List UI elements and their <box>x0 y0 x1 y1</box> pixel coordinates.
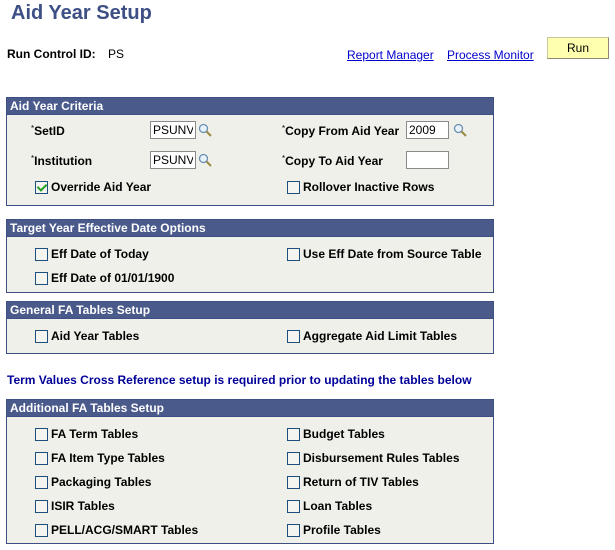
rollover-inactive-rows-checkbox[interactable]: Rollover Inactive Rows <box>287 180 434 194</box>
aggregate-aid-limit-checkbox[interactable]: Aggregate Aid Limit Tables <box>287 329 457 343</box>
report-manager-link[interactable]: Report Manager <box>347 48 434 62</box>
disbursement-rules-tables-label: Disbursement Rules Tables <box>303 451 460 465</box>
profile-tables-checkbox[interactable]: Profile Tables <box>287 523 381 537</box>
use-eff-date-source-checkbox[interactable]: Use Eff Date from Source Table <box>287 247 482 261</box>
fa-item-type-tables-label: FA Item Type Tables <box>51 451 165 465</box>
profile-tables-label: Profile Tables <box>303 523 381 537</box>
checkbox[interactable] <box>287 329 300 343</box>
rollover-inactive-rows-label: Rollover Inactive Rows <box>303 180 435 194</box>
checkbox[interactable] <box>35 271 48 285</box>
run-control-value: PS <box>108 47 125 61</box>
use-eff-date-source-label: Use Eff Date from Source Table <box>303 247 482 261</box>
return-of-tiv-tables-checkbox[interactable]: Return of TIV Tables <box>287 475 419 489</box>
copy-from-lookup-icon[interactable] <box>453 123 467 137</box>
institution-label-text: Institution <box>34 154 93 168</box>
checkbox[interactable] <box>35 427 48 441</box>
copy-from-label-text: Copy From Aid Year <box>285 124 400 138</box>
packaging-tables-label: Packaging Tables <box>51 475 152 489</box>
setid-input[interactable] <box>150 121 196 139</box>
disbursement-rules-tables-checkbox[interactable]: Disbursement Rules Tables <box>287 451 460 465</box>
copy-from-aid-year-input[interactable] <box>406 121 449 139</box>
checkbox[interactable] <box>35 451 48 465</box>
setid-label-text: SetID <box>34 124 65 138</box>
loan-tables-checkbox[interactable]: Loan Tables <box>287 499 372 513</box>
panel-header: General FA Tables Setup <box>7 302 493 319</box>
aid-year-tables-label: Aid Year Tables <box>51 329 140 343</box>
budget-tables-label: Budget Tables <box>303 427 385 441</box>
process-monitor-link[interactable]: Process Monitor <box>447 48 534 62</box>
run-control-label: Run Control ID: <box>7 47 96 61</box>
pell-acg-smart-tables-checkbox[interactable]: PELL/ACG/SMART Tables <box>35 523 198 537</box>
checkbox[interactable] <box>35 523 48 537</box>
checkbox[interactable] <box>35 247 48 261</box>
override-aid-year-checkbox[interactable]: Override Aid Year <box>35 180 151 194</box>
isir-tables-label: ISIR Tables <box>51 499 115 513</box>
return-of-tiv-tables-label: Return of TIV Tables <box>303 475 419 489</box>
aid-year-criteria-panel: Aid Year Criteria *SetID *Institution *C… <box>6 97 494 206</box>
page-title: Aid Year Setup <box>11 2 152 24</box>
pell-acg-smart-tables-label: PELL/ACG/SMART Tables <box>51 523 199 537</box>
panel-header: Additional FA Tables Setup <box>7 400 493 417</box>
override-aid-year-label: Override Aid Year <box>51 180 152 194</box>
checkbox[interactable] <box>287 523 300 537</box>
checkbox[interactable] <box>287 247 300 261</box>
checkbox[interactable] <box>35 475 48 489</box>
copy-to-aid-year-input[interactable] <box>406 151 449 169</box>
packaging-tables-checkbox[interactable]: Packaging Tables <box>35 475 151 489</box>
isir-tables-checkbox[interactable]: ISIR Tables <box>35 499 115 513</box>
institution-lookup-icon[interactable] <box>198 153 212 167</box>
general-fa-panel: General FA Tables Setup Aid Year Tables … <box>6 301 494 354</box>
aid-year-tables-checkbox[interactable]: Aid Year Tables <box>35 329 139 343</box>
copy-to-label-text: Copy To Aid Year <box>285 154 383 168</box>
checkbox[interactable] <box>287 451 300 465</box>
target-year-panel: Target Year Effective Date Options Eff D… <box>6 219 494 293</box>
eff-date-today-checkbox[interactable]: Eff Date of Today <box>35 247 149 261</box>
copy-from-label: *Copy From Aid Year <box>282 124 399 138</box>
checkbox[interactable] <box>35 329 48 343</box>
panel-header: Aid Year Criteria <box>7 98 493 115</box>
fa-term-tables-checkbox[interactable]: FA Term Tables <box>35 427 138 441</box>
budget-tables-checkbox[interactable]: Budget Tables <box>287 427 385 441</box>
setid-label: *SetID <box>31 124 65 138</box>
setid-lookup-icon[interactable] <box>198 123 212 137</box>
eff-date-today-label: Eff Date of Today <box>51 247 149 261</box>
aggregate-aid-limit-label: Aggregate Aid Limit Tables <box>303 329 458 343</box>
loan-tables-label: Loan Tables <box>303 499 373 513</box>
checkbox[interactable] <box>35 499 48 513</box>
institution-label: *Institution <box>31 154 92 168</box>
fa-term-tables-label: FA Term Tables <box>51 427 139 441</box>
checkbox[interactable] <box>287 499 300 513</box>
term-values-notice: Term Values Cross Reference setup is req… <box>7 373 472 387</box>
copy-to-label: *Copy To Aid Year <box>282 154 383 168</box>
checkbox[interactable] <box>287 180 300 194</box>
institution-input[interactable] <box>150 151 196 169</box>
additional-fa-panel: Additional FA Tables Setup FA Term Table… <box>6 399 494 544</box>
checkbox[interactable] <box>287 475 300 489</box>
checkbox[interactable] <box>287 427 300 441</box>
checkbox-checked[interactable] <box>35 180 48 194</box>
run-button[interactable]: Run <box>547 37 609 59</box>
fa-item-type-tables-checkbox[interactable]: FA Item Type Tables <box>35 451 165 465</box>
eff-date-1900-label: Eff Date of 01/01/1900 <box>51 271 175 285</box>
panel-header: Target Year Effective Date Options <box>7 220 493 237</box>
eff-date-1900-checkbox[interactable]: Eff Date of 01/01/1900 <box>35 271 174 285</box>
